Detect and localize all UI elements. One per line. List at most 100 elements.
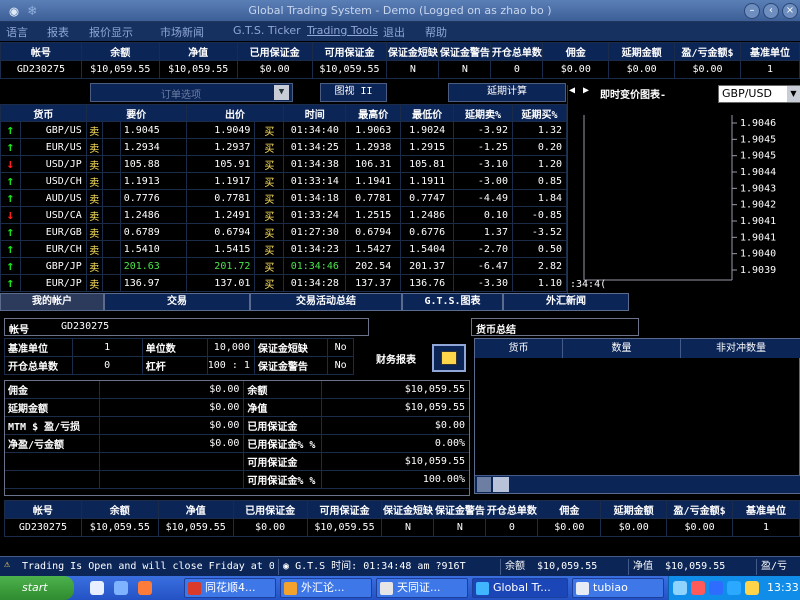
chevron-right-icon[interactable]: ▶ bbox=[583, 85, 595, 101]
spacer-cell bbox=[101, 223, 121, 241]
buy-button[interactable]: 买 bbox=[254, 206, 285, 224]
horizontal-scrollbar[interactable] bbox=[475, 475, 800, 493]
task-tubiao[interactable]: tubiao bbox=[572, 578, 664, 598]
sell-button[interactable]: 卖 bbox=[85, 121, 103, 139]
rate-row: ↑ EUR/GB 卖 0.6789 0.6794 买 01:27:30 0.6794 0.677… bbox=[0, 223, 568, 241]
sell-button[interactable]: 卖 bbox=[85, 223, 103, 241]
sell-button[interactable]: 卖 bbox=[85, 257, 103, 275]
quote-time: 01:33:14 bbox=[283, 172, 347, 190]
buy-button[interactable]: 买 bbox=[254, 172, 285, 190]
sell-rollover: -3.92 bbox=[453, 121, 513, 139]
sell-rollover: -4.49 bbox=[453, 189, 513, 207]
summary-value: $0.00 bbox=[236, 60, 313, 79]
buy-button[interactable]: 买 bbox=[254, 223, 285, 241]
buy-button[interactable]: 买 bbox=[254, 257, 285, 275]
scroll-thumb[interactable] bbox=[493, 477, 509, 492]
graph-view-button[interactable]: 图视 II bbox=[320, 83, 387, 102]
low-price: 201.37 bbox=[400, 257, 455, 275]
menu-trading-tools[interactable]: Trading Tools bbox=[307, 24, 378, 37]
buy-button[interactable]: 买 bbox=[254, 274, 285, 292]
tab-trade[interactable]: 交易 bbox=[104, 293, 250, 311]
summary-header: 佣金 bbox=[542, 42, 610, 61]
tab-activity-summary[interactable]: 交易活动总结 bbox=[250, 293, 402, 311]
chevron-left-icon[interactable]: ◀ bbox=[569, 85, 583, 101]
equity-value: $10,059.55 bbox=[665, 561, 726, 572]
menu-gts-ticker[interactable]: G.T.S. Ticker bbox=[233, 24, 301, 37]
menu-language[interactable]: 语言 bbox=[6, 24, 28, 40]
account-value: GD230275 bbox=[61, 321, 110, 332]
summary-header: 余额 bbox=[80, 42, 160, 61]
task-tonghuashun[interactable]: 同花顺4... bbox=[184, 578, 276, 598]
rate-row: ↑ EUR/US 卖 1.2934 1.2937 买 01:34:25 1.2938 1.291… bbox=[0, 138, 568, 156]
high-price: 1.2938 bbox=[345, 138, 402, 156]
quote-time: 01:34:40 bbox=[283, 121, 347, 139]
menu-reports[interactable]: 报表 bbox=[47, 24, 69, 40]
sell-button[interactable]: 卖 bbox=[85, 138, 103, 156]
menu-exit[interactable]: 退出 bbox=[383, 24, 405, 40]
account-label: 帐号 bbox=[9, 325, 29, 336]
balance-label: 余额 bbox=[505, 561, 525, 572]
y-tick-label: 1.9039 bbox=[740, 265, 776, 276]
bid-price: 1.2486 bbox=[119, 206, 187, 224]
open-orders-label: 开仓总单数 bbox=[4, 356, 73, 375]
financial-report-button[interactable] bbox=[432, 344, 466, 372]
buy-button[interactable]: 买 bbox=[254, 240, 285, 258]
minimize-button[interactable]: – bbox=[744, 3, 760, 19]
tonghuashun-icon bbox=[188, 582, 201, 595]
back-button[interactable]: ‹ bbox=[763, 3, 779, 19]
rollover-calc-button[interactable]: 延期计算 bbox=[448, 83, 566, 102]
messenger-icon[interactable] bbox=[727, 581, 741, 595]
sell-button[interactable]: 卖 bbox=[85, 274, 103, 292]
high-price: 202.54 bbox=[345, 257, 402, 275]
volume-icon[interactable] bbox=[745, 581, 759, 595]
rates-header: 最低价 bbox=[400, 104, 455, 122]
chevron-down-icon[interactable]: ▼ bbox=[274, 85, 289, 100]
summary-header: 已用保证金 bbox=[232, 500, 308, 519]
task-global-trading[interactable]: Global Tr... bbox=[472, 578, 568, 598]
quantity-header: 数量 bbox=[563, 339, 681, 358]
task-tiantong[interactable]: 天同证... bbox=[376, 578, 468, 598]
order-options-select[interactable]: 订单选项 ▼ bbox=[90, 83, 293, 102]
margin-short-label: 保证金短缺 bbox=[253, 338, 329, 357]
start-button[interactable]: start bbox=[0, 576, 74, 600]
sell-rollover: 1.37 bbox=[453, 223, 513, 241]
base-unit-value: 1 bbox=[71, 338, 143, 357]
rates-table: 货币 要价 出价 时间 最高价 最低价 延期卖% 延期买% ↑ GBP/US 卖 1.9045 1.90… bbox=[0, 104, 568, 292]
bluetooth-icon[interactable] bbox=[709, 581, 723, 595]
browser-icon[interactable] bbox=[90, 581, 104, 595]
low-price: 105.81 bbox=[400, 155, 455, 173]
summary-header: 盈/亏金额$ bbox=[674, 42, 741, 61]
network-icon[interactable] bbox=[673, 581, 687, 595]
tab-fx-news[interactable]: 外汇新闻 bbox=[503, 293, 629, 311]
scroll-left-button[interactable] bbox=[477, 477, 491, 492]
y-tick-label: 1.9041 bbox=[740, 216, 776, 227]
sell-button[interactable]: 卖 bbox=[85, 155, 103, 173]
summary-value: N bbox=[386, 60, 440, 79]
menu-help[interactable]: 帮助 bbox=[425, 24, 447, 40]
close-button[interactable]: × bbox=[782, 3, 798, 19]
security-icon[interactable] bbox=[691, 581, 705, 595]
summary-header: 延期金额 bbox=[608, 42, 676, 61]
task-label: Global Tr... bbox=[493, 581, 551, 594]
sell-button[interactable]: 卖 bbox=[85, 172, 103, 190]
buy-button[interactable]: 买 bbox=[254, 155, 285, 173]
tab-my-account[interactable]: 我的帐户 bbox=[0, 293, 104, 311]
app-icon[interactable] bbox=[138, 581, 152, 595]
chevron-down-icon[interactable]: ▼ bbox=[787, 86, 800, 102]
task-forex-forum[interactable]: 外汇论... bbox=[280, 578, 372, 598]
symbol-select[interactable]: GBP/USD ▼ bbox=[718, 85, 800, 103]
buy-button[interactable]: 买 bbox=[254, 121, 285, 139]
summary-value: $10,059.55 bbox=[80, 60, 160, 79]
desktop-icon[interactable] bbox=[114, 581, 128, 595]
sell-button[interactable]: 卖 bbox=[85, 189, 103, 207]
ask-price: 201.72 bbox=[185, 257, 256, 275]
menu-quotes[interactable]: 报价显示 bbox=[89, 24, 133, 40]
buy-button[interactable]: 买 bbox=[254, 189, 285, 207]
buy-button[interactable]: 买 bbox=[254, 138, 285, 156]
menu-market-news[interactable]: 市场新闻 bbox=[160, 24, 204, 40]
summary-value: N bbox=[381, 518, 435, 537]
currency-summary-table: 货币 数量 非对冲数量 bbox=[474, 338, 800, 494]
sell-button[interactable]: 卖 bbox=[85, 240, 103, 258]
sell-button[interactable]: 卖 bbox=[85, 206, 103, 224]
tab-gts-chart[interactable]: G.T.S.图表 bbox=[402, 293, 503, 311]
